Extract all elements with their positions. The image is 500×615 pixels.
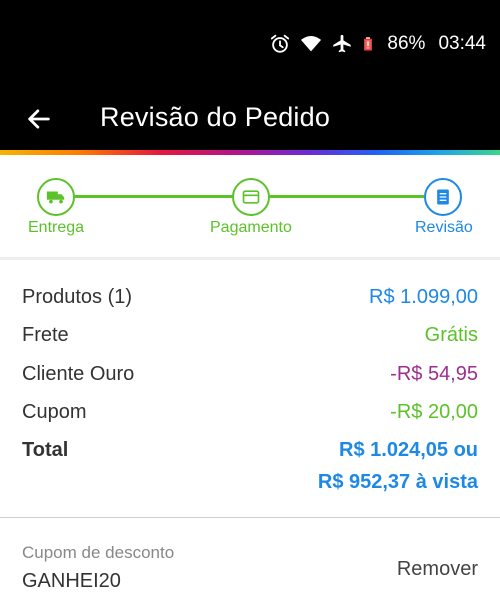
step-connector-1 (74, 195, 234, 198)
summary-row-coupon: Cupom -R$ 20,00 (22, 401, 478, 424)
app-bar: Revisão do Pedido (0, 88, 500, 150)
shipping-value: Grátis (424, 324, 478, 346)
order-summary: Produtos (1) R$ 1.099,00 Frete Grátis Cl… (0, 260, 500, 517)
status-icons: 86% 03:44 (269, 30, 486, 58)
total-label: Total (22, 439, 69, 461)
status-bar: 86% 03:44 (0, 0, 500, 88)
total-value-installments: R$ 1.024,05 ou (339, 439, 478, 461)
airplane-icon (333, 34, 352, 53)
checkout-stepper: Entrega Pagamento Revisão (0, 155, 500, 257)
page-title: Revisão do Pedido (100, 102, 331, 132)
coupon-discount-label: Cupom (22, 401, 87, 423)
credit-card-icon (242, 190, 260, 204)
total-value: R$ 1.024,05 ou R$ 952,37 à vista (318, 434, 478, 498)
step-pagamento[interactable] (232, 178, 270, 216)
total-value-cash: R$ 952,37 à vista (317, 471, 478, 493)
summary-row-gold-client: Cliente Ouro -R$ 54,95 (22, 363, 478, 386)
step-entrega[interactable] (37, 178, 75, 216)
summary-row-products: Produtos (1) R$ 1.099,00 (22, 286, 478, 309)
coupon-code: GANHEI20 (22, 570, 121, 592)
step-revisao[interactable] (424, 178, 462, 216)
gold-client-label: Cliente Ouro (22, 363, 135, 385)
clock: 03:44 (438, 33, 486, 54)
step-label-revisao[interactable]: Revisão (415, 219, 473, 237)
step-connector-2 (270, 195, 424, 198)
products-value: R$ 1.099,00 (369, 286, 478, 308)
coupon-section: Cupom de desconto GANHEI20 Remover (0, 518, 500, 615)
step-label-entrega[interactable]: Entrega (28, 219, 84, 237)
alarm-icon (271, 34, 290, 53)
battery-percentage: 86% (387, 33, 426, 54)
coupon-field-label: Cupom de desconto (22, 543, 175, 562)
coupon-discount-value: -R$ 20,00 (390, 401, 478, 423)
battery-icon (364, 37, 373, 51)
step-label-pagamento[interactable]: Pagamento (210, 219, 292, 237)
truck-icon (46, 191, 65, 204)
products-label: Produtos (1) (22, 286, 133, 308)
document-icon (437, 189, 449, 205)
gold-client-value: -R$ 54,95 (390, 363, 478, 385)
wifi-icon (301, 35, 322, 52)
arrow-left-icon (28, 109, 50, 129)
remove-coupon-button[interactable]: Remover (397, 558, 478, 581)
summary-row-shipping: Frete Grátis (22, 324, 478, 347)
shipping-label: Frete (22, 324, 69, 346)
back-button[interactable] (22, 102, 56, 136)
summary-row-total: Total R$ 1.024,05 ou R$ 952,37 à vista (22, 434, 478, 498)
